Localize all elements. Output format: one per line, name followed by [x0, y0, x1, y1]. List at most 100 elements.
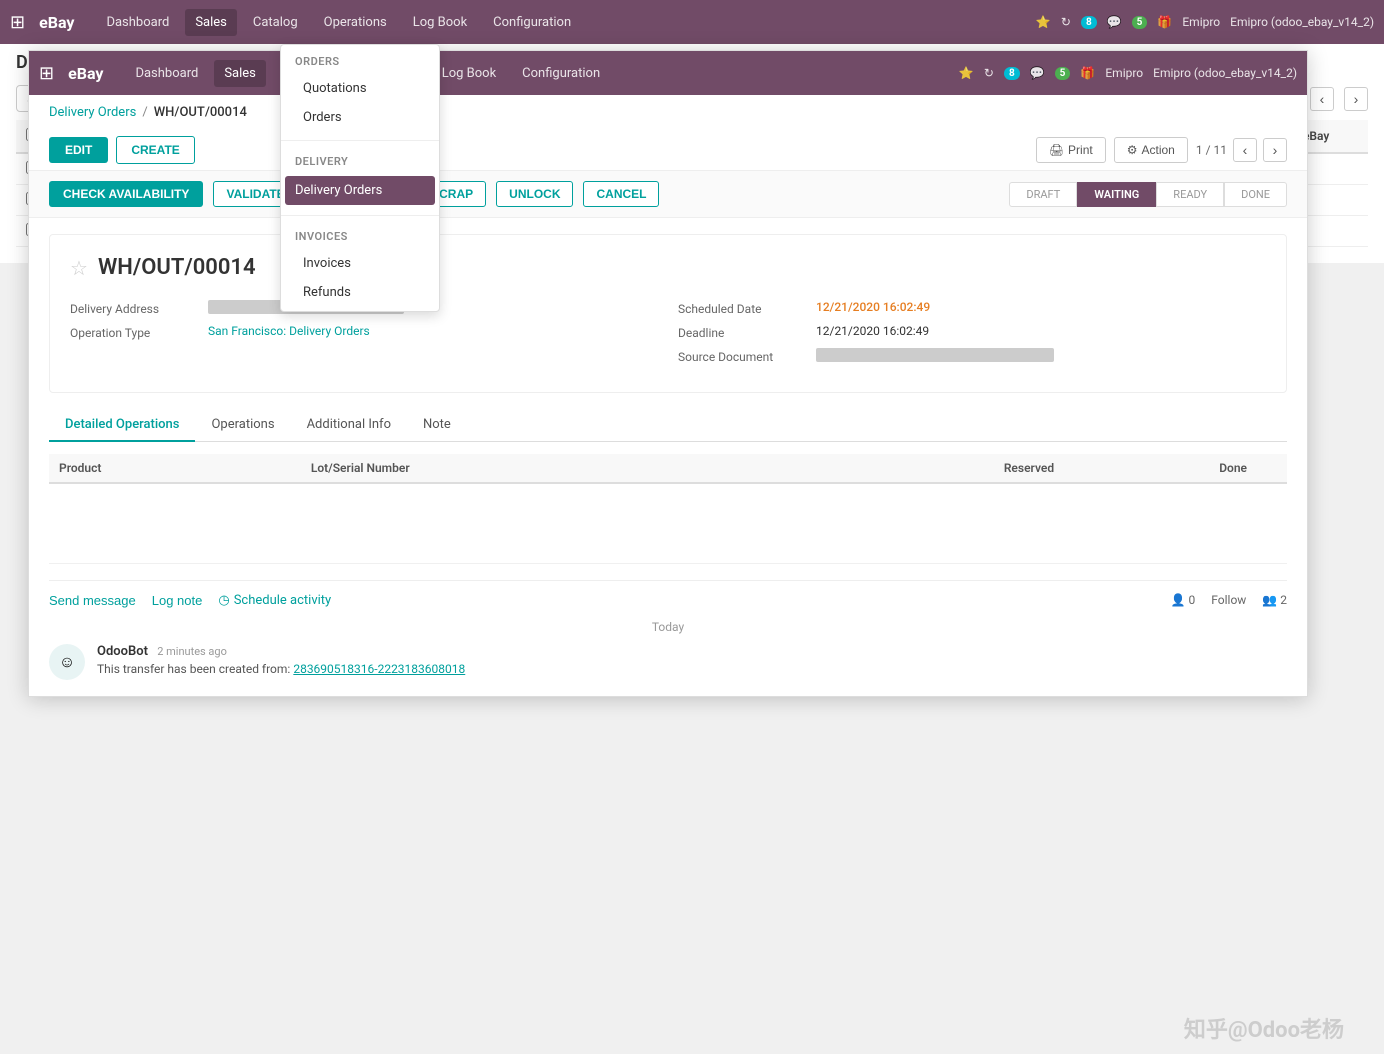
source-document-link[interactable]: 283690518316-2223183608018	[293, 662, 465, 676]
nav-sales[interactable]: Sales	[185, 9, 237, 36]
next-page-button[interactable]: ›	[1344, 87, 1368, 111]
unlock-button[interactable]: UNLOCK	[496, 181, 573, 207]
status-steps: DRAFT WAITING READY DONE	[1009, 182, 1287, 207]
follow-button[interactable]: Follow	[1211, 593, 1246, 607]
badge-chat: 5	[1132, 16, 1148, 29]
chatter-right: 👤 0 Follow 👥 2	[1171, 593, 1287, 607]
detail-next-button[interactable]: ›	[1263, 138, 1287, 162]
tabs-row: Detailed Operations Operations Additiona…	[49, 409, 1287, 442]
favorite-star-icon[interactable]: ☆	[70, 256, 88, 280]
detail-brand: eBay	[68, 64, 103, 83]
operation-type-value[interactable]: San Francisco: Delivery Orders	[208, 324, 370, 338]
chat-icon[interactable]: 💬	[1107, 15, 1122, 29]
detail-nav-logbook[interactable]: Log Book	[432, 60, 506, 87]
breadcrumb-parent-link[interactable]: Delivery Orders	[49, 105, 136, 120]
followers-count: 👤 0	[1171, 593, 1196, 607]
detail-user-name[interactable]: Emipro	[1105, 66, 1143, 80]
document-card: ☆ WH/OUT/00014 Delivery Address ██████ █…	[49, 234, 1287, 393]
message-content: OdooBot 2 minutes ago This transfer has …	[97, 644, 465, 676]
detail-badge1: 8	[1004, 67, 1020, 80]
breadcrumb: Delivery Orders / WH/OUT/00014	[29, 95, 1307, 130]
nav-dashboard[interactable]: Dashboard	[96, 9, 179, 36]
edit-button[interactable]: EDIT	[49, 137, 108, 163]
cancel-button[interactable]: CANCEL	[583, 181, 659, 207]
operations-table: Product Lot/Serial Number Reserved Done	[49, 454, 1287, 564]
detail-chat-icon[interactable]: 💬	[1030, 66, 1045, 80]
detail-star-icon[interactable]: ⭐	[959, 66, 974, 80]
col-product: Product	[49, 454, 301, 483]
source-doc-value: ████████████████████████████	[816, 348, 1054, 362]
step-waiting: WAITING	[1077, 182, 1156, 207]
detail-nav-dashboard[interactable]: Dashboard	[125, 60, 208, 87]
detail-prev-button[interactable]: ‹	[1233, 138, 1257, 162]
dropdown-refunds[interactable]: Refunds	[281, 278, 439, 307]
status-bar: CHECK AVAILABILITY VALIDATE UNRESERVE SC…	[29, 171, 1307, 218]
col-done: Done	[1064, 454, 1257, 483]
detail-refresh-icon[interactable]: ↻	[984, 66, 994, 80]
breadcrumb-current: WH/OUT/00014	[154, 105, 247, 120]
user-name[interactable]: Emipro	[1182, 15, 1220, 29]
dropdown-orders[interactable]: Orders	[281, 103, 439, 132]
detail-overlay: ⊞ eBay Dashboard Sales Catalog Operation…	[28, 50, 1308, 697]
detail-navbar: ⊞ eBay Dashboard Sales Catalog Operation…	[29, 51, 1307, 95]
detail-grid-icon[interactable]: ⊞	[39, 63, 54, 84]
detail-user-profile[interactable]: Emipro (odoo_ebay_v14_2)	[1153, 66, 1297, 80]
bot-time: 2 minutes ago	[157, 645, 227, 658]
check-availability-button[interactable]: CHECK AVAILABILITY	[49, 181, 203, 207]
bot-name: OdooBot	[97, 644, 148, 659]
print-button[interactable]: 🖨 Print	[1036, 137, 1106, 163]
chatter: Send message Log note ◷ Schedule activit…	[49, 580, 1287, 680]
deadline-label: Deadline	[678, 324, 808, 340]
subscribers-count: 👥 2	[1262, 593, 1287, 607]
step-ready: READY	[1156, 182, 1224, 207]
refresh-icon[interactable]: ↻	[1061, 15, 1071, 29]
detail-gift-icon[interactable]: 🎁	[1080, 66, 1095, 80]
subscribers-icon: 👥	[1262, 593, 1277, 607]
dropdown-delivery-orders[interactable]: Delivery Orders	[285, 176, 435, 205]
gear-icon: ⚙	[1127, 143, 1138, 157]
delivery-address-label: Delivery Address	[70, 300, 200, 316]
nav-configuration[interactable]: Configuration	[483, 9, 581, 36]
tab-content: Product Lot/Serial Number Reserved Done	[49, 454, 1287, 564]
nav-catalog[interactable]: Catalog	[243, 9, 308, 36]
create-button[interactable]: CREATE	[116, 136, 194, 164]
star-nav-icon[interactable]: ⭐	[1036, 15, 1051, 29]
detail-pagination: 1 / 11 ‹ ›	[1196, 138, 1287, 162]
operation-type-label: Operation Type	[70, 324, 200, 340]
watermark: 知乎@Odoo老杨	[1184, 1012, 1344, 1044]
tab-additional-info[interactable]: Additional Info	[291, 409, 407, 442]
dropdown-invoices[interactable]: Invoices	[281, 249, 439, 278]
breadcrumb-separator: /	[142, 105, 147, 120]
log-note-button[interactable]: Log note	[152, 593, 203, 608]
tab-note[interactable]: Note	[407, 409, 467, 442]
dropdown-invoices-header: Invoices	[281, 224, 439, 249]
sales-dropdown: Orders Quotations Orders Delivery Delive…	[280, 44, 440, 312]
col-actions	[1257, 454, 1287, 483]
chatter-actions: Send message Log note ◷ Schedule activit…	[49, 593, 1287, 608]
nav-logbook[interactable]: Log Book	[403, 9, 477, 36]
pagination-label: 1 / 11	[1196, 143, 1227, 157]
tab-detailed-operations[interactable]: Detailed Operations	[49, 409, 195, 442]
detail-nav-config[interactable]: Configuration	[512, 60, 610, 87]
dropdown-delivery-header: Delivery	[281, 149, 439, 174]
empty-table-row	[49, 483, 1287, 563]
col-reserved: Reserved	[780, 454, 1064, 483]
action-button[interactable]: ⚙ Action	[1114, 137, 1188, 163]
prev-page-button[interactable]: ‹	[1310, 87, 1334, 111]
clock-icon: ◷	[218, 593, 229, 608]
detail-nav-sales[interactable]: Sales	[214, 60, 266, 87]
action-bar: EDIT CREATE 🖨 Print ⚙ Action 1 / 11 ‹ ›	[29, 130, 1307, 171]
tab-operations[interactable]: Operations	[195, 409, 290, 442]
brand-logo: eBay	[39, 13, 74, 32]
top-navbar: ⊞ eBay Dashboard Sales Catalog Operation…	[0, 0, 1384, 44]
grid-icon[interactable]: ⊞	[10, 12, 25, 33]
nav-operations[interactable]: Operations	[314, 9, 397, 36]
document-fields: Delivery Address ██████ █████ ██████ ███…	[70, 300, 1266, 372]
user-profile[interactable]: Emipro (odoo_ebay_v14_2)	[1230, 15, 1374, 29]
schedule-activity-button[interactable]: ◷ Schedule activity	[218, 593, 331, 608]
send-message-button[interactable]: Send message	[49, 593, 136, 608]
gift-icon[interactable]: 🎁	[1157, 15, 1172, 29]
dropdown-quotations[interactable]: Quotations	[281, 74, 439, 103]
col-lot-serial: Lot/Serial Number	[301, 454, 781, 483]
scheduled-date-value: 12/21/2020 16:02:49	[816, 300, 930, 314]
